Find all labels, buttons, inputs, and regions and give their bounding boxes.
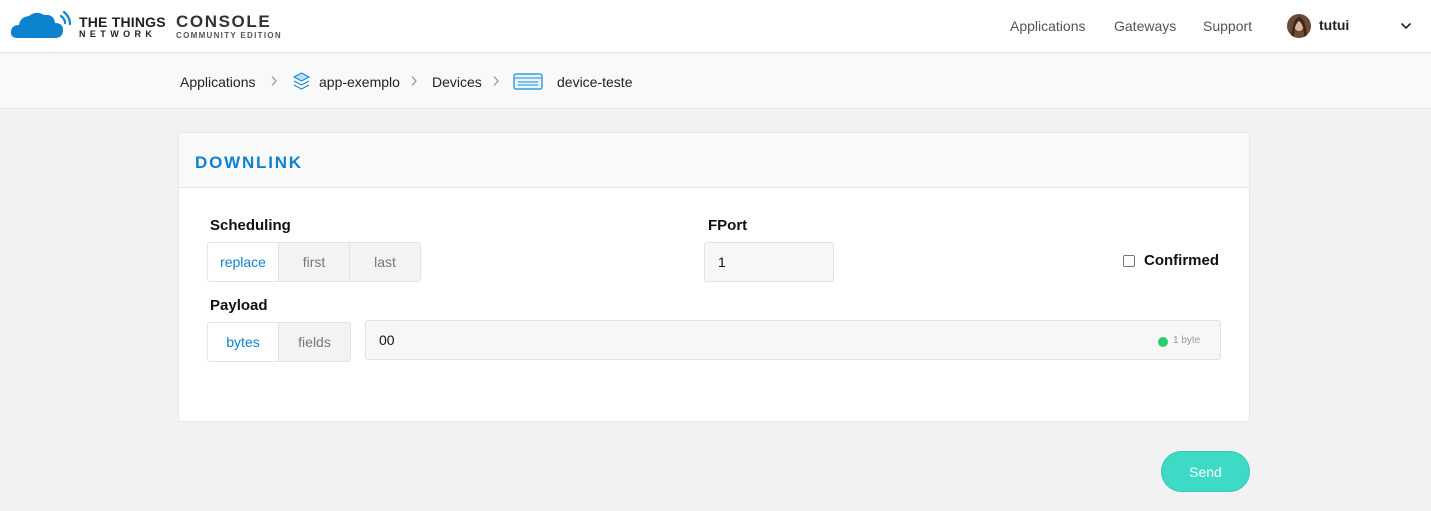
scheduling-selector: replace first last	[207, 242, 421, 282]
valid-check-icon	[1158, 337, 1168, 347]
scheduling-option-replace[interactable]: replace	[208, 243, 278, 281]
fport-input[interactable]: 1	[704, 242, 834, 282]
brand-line-1: THE THINGS	[79, 14, 166, 30]
brand-wordmark[interactable]: THE THINGS NETWORK	[79, 15, 166, 39]
breadcrumb-app[interactable]: app-exemplo	[319, 74, 400, 90]
scheduling-option-first[interactable]: first	[278, 243, 349, 281]
application-layers-icon	[292, 72, 311, 90]
card-header: DOWNLINK	[179, 133, 1249, 188]
payload-input[interactable]: 00	[365, 320, 1221, 360]
user-avatar[interactable]	[1287, 14, 1311, 38]
chevron-down-icon[interactable]	[1400, 22, 1412, 30]
send-button[interactable]: Send	[1161, 451, 1250, 492]
nav-gateways-link[interactable]: Gateways	[1114, 18, 1176, 34]
avatar-image-icon	[1287, 14, 1311, 38]
breadcrumb-applications[interactable]: Applications	[180, 74, 256, 90]
payload-label: Payload	[210, 297, 268, 314]
confirmed-checkbox[interactable]	[1123, 255, 1135, 267]
payload-format-selector: bytes fields	[207, 322, 351, 362]
brand-line-2: NETWORK	[79, 29, 157, 39]
edition-label: COMMUNITY EDITION	[176, 31, 282, 40]
breadcrumb-devices[interactable]: Devices	[432, 74, 482, 90]
ttn-cloud-logo-icon[interactable]	[10, 10, 72, 40]
scheduling-option-last[interactable]: last	[349, 243, 420, 281]
device-icon	[513, 73, 543, 90]
fport-label: FPort	[708, 217, 748, 234]
top-bar: THE THINGS NETWORK CONSOLE COMMUNITY EDI…	[0, 0, 1431, 53]
confirmed-label[interactable]: Confirmed	[1144, 252, 1219, 269]
console-title[interactable]: CONSOLE COMMUNITY EDITION	[176, 13, 282, 40]
nav-applications-link[interactable]: Applications	[1010, 18, 1086, 34]
scheduling-label: Scheduling	[210, 217, 291, 234]
nav-support-link[interactable]: Support	[1203, 18, 1252, 34]
payload-option-fields[interactable]: fields	[278, 323, 350, 361]
chevron-right-icon	[271, 76, 277, 86]
breadcrumb: Applications app-exemplo Devices device-…	[0, 54, 1431, 109]
username[interactable]: tutui	[1319, 17, 1349, 33]
payload-size: 1 byte	[1173, 335, 1201, 346]
downlink-title: DOWNLINK	[195, 153, 303, 172]
payload-option-bytes[interactable]: bytes	[208, 323, 278, 361]
console-label: CONSOLE	[176, 12, 272, 31]
chevron-right-icon	[493, 76, 499, 86]
breadcrumb-device[interactable]: device-teste	[557, 74, 632, 90]
chevron-right-icon	[411, 76, 417, 86]
